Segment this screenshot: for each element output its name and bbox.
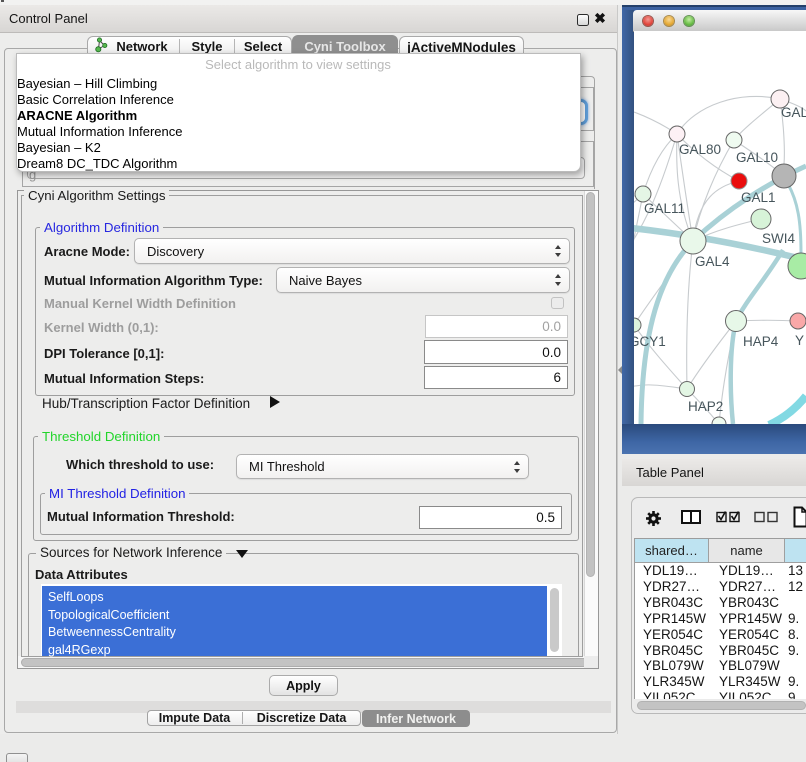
svg-text:HAP2: HAP2 bbox=[688, 399, 723, 414]
svg-text:GAL4: GAL4 bbox=[695, 254, 730, 269]
svg-text:GCY1: GCY1 bbox=[634, 334, 666, 349]
svg-text:GAL80: GAL80 bbox=[679, 142, 721, 157]
svg-text:GAL: GAL bbox=[781, 105, 806, 120]
svg-text:HAP4: HAP4 bbox=[743, 334, 779, 349]
svg-text:GAL10: GAL10 bbox=[736, 150, 778, 165]
svg-text:SWI4: SWI4 bbox=[762, 231, 795, 246]
svg-text:GAL1: GAL1 bbox=[741, 190, 776, 205]
svg-text:Y: Y bbox=[795, 333, 804, 348]
svg-text:GAL11: GAL11 bbox=[644, 201, 685, 216]
